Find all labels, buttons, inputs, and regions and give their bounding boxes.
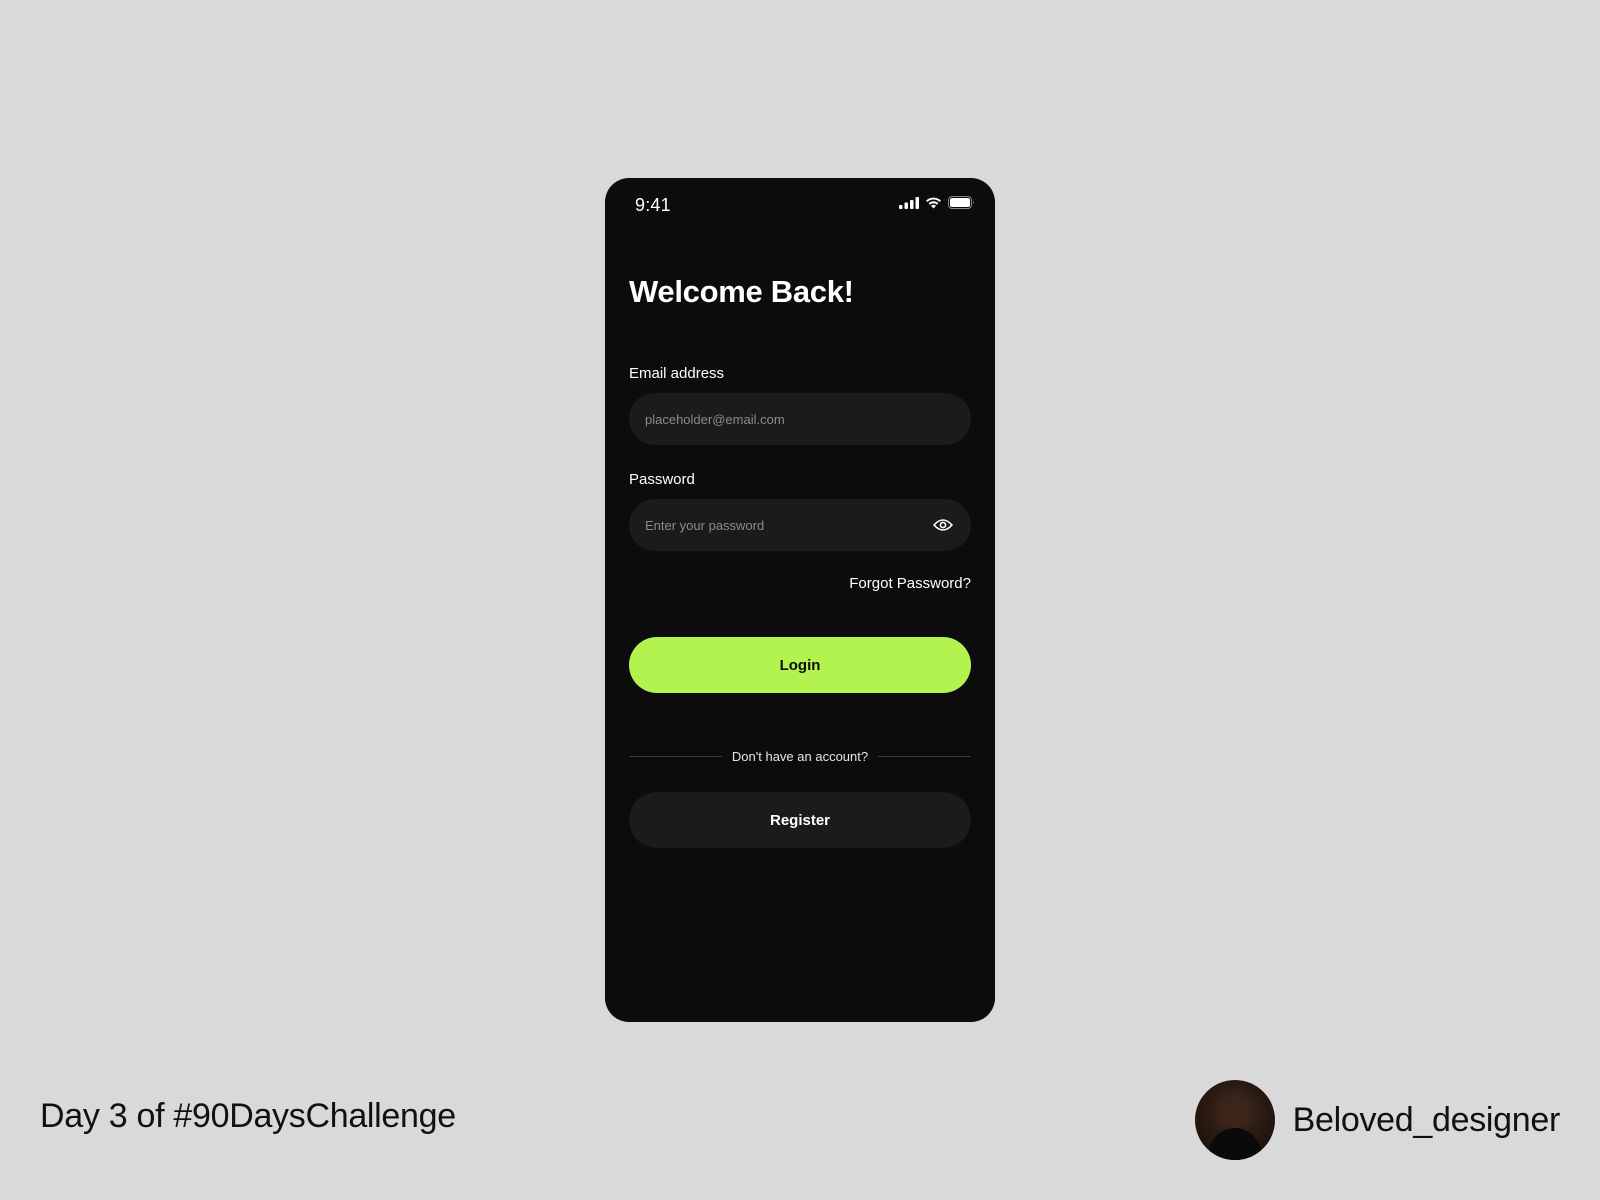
divider-text: Don't have an account?	[731, 748, 869, 764]
login-button[interactable]: Login	[629, 637, 971, 693]
avatar	[1194, 1080, 1275, 1160]
status-icons	[899, 196, 975, 209]
canvas: 9:41 Welcome Back! Email address placeho…	[0, 0, 1600, 1200]
password-input-wrapper	[629, 499, 971, 551]
password-label: Password	[629, 471, 695, 488]
password-input[interactable]	[629, 499, 923, 551]
divider-line-right	[878, 755, 972, 757]
register-button[interactable]: Register	[629, 792, 971, 848]
cellular-signal-icon	[899, 196, 919, 209]
status-bar: 9:41	[605, 178, 995, 234]
designer-handle: Beloved_designer	[1292, 1100, 1561, 1139]
email-input-wrapper	[629, 393, 971, 445]
avatar-head	[1222, 1096, 1247, 1126]
page-title: Welcome Back!	[629, 274, 854, 309]
battery-icon	[948, 196, 975, 209]
avatar-body	[1208, 1128, 1261, 1160]
challenge-caption: Day 3 of #90DaysChallenge	[40, 1097, 456, 1135]
email-label: Email address	[629, 365, 725, 382]
phone-screen: 9:41 Welcome Back! Email address placeho…	[605, 178, 995, 1022]
show-password-eye-icon[interactable]	[923, 505, 963, 545]
email-input[interactable]	[629, 393, 971, 445]
status-time: 9:41	[635, 195, 671, 215]
forgot-password-link[interactable]: Forgot Password?	[849, 575, 971, 592]
designer-credit: Beloved_designer	[1194, 1080, 1561, 1160]
wifi-icon	[925, 197, 942, 209]
divider-line-left	[629, 755, 722, 757]
account-divider: Don't have an account?	[629, 748, 972, 764]
